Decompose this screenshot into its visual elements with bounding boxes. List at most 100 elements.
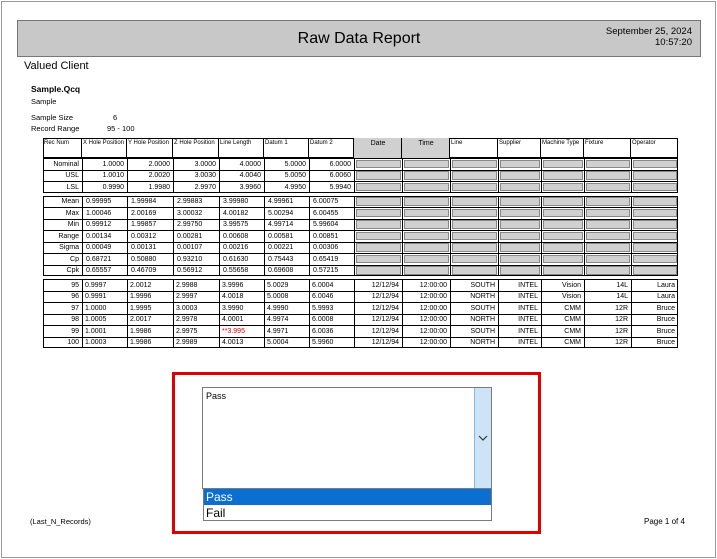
table-cell: 0.00306 <box>313 244 339 251</box>
column-header: Y Hole Position <box>127 138 173 158</box>
column-divider <box>541 158 542 193</box>
disabled-cell <box>452 182 497 191</box>
table-cell: CMM <box>564 304 581 312</box>
column-header: Fixture <box>584 138 631 158</box>
disabled-cell <box>543 220 583 229</box>
table-cell: 2.9975 <box>176 327 198 335</box>
table-cell: 2.9989 <box>176 339 198 346</box>
table-cell: Bruce <box>656 304 675 312</box>
disabled-cell <box>633 197 677 206</box>
page-indicator: Page 1 of 4 <box>644 517 685 526</box>
table-cell: 12:00:00 <box>419 293 447 300</box>
disabled-cell <box>500 159 540 168</box>
disabled-cell <box>633 231 677 240</box>
disabled-cell <box>452 220 497 229</box>
table-cell: 12:00:00 <box>419 304 447 312</box>
dropdown-toggle-button[interactable] <box>474 388 491 488</box>
table-cell: 1.00046 <box>86 209 112 217</box>
table-cell: 5.0000 <box>284 160 306 168</box>
table-cell: CMM <box>564 327 581 335</box>
column-divider <box>354 158 355 193</box>
table-cell: INTEL <box>518 316 538 323</box>
table-cell: 0.93210 <box>177 255 203 263</box>
report-title: Raw Data Report <box>297 30 421 47</box>
disabled-cell <box>404 197 449 206</box>
table-cell: 0.9997 <box>85 281 107 289</box>
table-cell: 5.9960 <box>312 339 334 346</box>
disabled-cell <box>404 220 449 229</box>
client-name: Valued Client <box>24 60 89 72</box>
table-cell: USL <box>65 172 79 179</box>
disabled-cell <box>452 266 497 275</box>
table-cell: 5.9940 <box>329 183 351 191</box>
table-cell: Cpk <box>66 267 79 274</box>
disabled-cell <box>356 266 401 275</box>
disabled-cell <box>452 231 497 240</box>
disabled-cell <box>586 159 630 168</box>
table-cell: 4.9974 <box>267 316 289 323</box>
disabled-cell <box>452 208 497 217</box>
table-cell: 0.00049 <box>86 244 112 251</box>
table-cell: 4.99961 <box>268 198 294 205</box>
table-cell: 0.00216 <box>223 244 249 251</box>
table-cell: 98 <box>71 316 79 323</box>
table-cell: 2.0020 <box>148 172 170 179</box>
column-header: Machine Type <box>541 138 584 158</box>
table-cell: 1.9986 <box>130 327 152 335</box>
table-cell: CMM <box>564 316 581 323</box>
table-cell: 6.0060 <box>329 172 351 179</box>
disabled-cell <box>543 182 583 191</box>
table-cell: Vision <box>562 293 581 300</box>
disabled-cell <box>404 254 449 263</box>
table-cell: 12:00:00 <box>419 316 447 323</box>
table-cell: 12R <box>615 316 628 323</box>
table-cell: 4.00182 <box>223 209 249 217</box>
disabled-cell <box>543 208 583 217</box>
table-cell: 0.50880 <box>131 255 157 263</box>
table-cell: Nominal <box>53 160 79 168</box>
table-cell: 3.99575 <box>223 221 249 228</box>
table-cell: 4.0018 <box>222 293 244 300</box>
disabled-cell <box>500 197 540 206</box>
table-cell: 96 <box>71 293 79 300</box>
table-cell: 12:00:00 <box>419 339 447 346</box>
column-divider <box>402 158 403 193</box>
table-cell: 1.9980 <box>148 183 170 191</box>
table-cell: 6.00075 <box>313 198 339 205</box>
pass-fail-combobox[interactable]: Pass <box>202 387 492 489</box>
table-cell: 4.9950 <box>284 183 306 191</box>
disabled-cell <box>586 243 630 252</box>
disabled-cell <box>633 243 677 252</box>
table-cell: 0.99912 <box>86 221 112 228</box>
table-cell: Laura <box>657 281 675 289</box>
disabled-cell <box>500 266 540 275</box>
option-pass[interactable]: Pass <box>204 489 491 505</box>
disabled-cell <box>543 171 583 180</box>
table-cell: 100 <box>67 339 79 346</box>
table-cell: 12/12/94 <box>371 316 399 323</box>
table-cell: 5.99604 <box>313 221 339 228</box>
table-cell: Sigma <box>59 244 79 251</box>
table-cell: 14L <box>616 281 628 289</box>
column-divider <box>450 158 451 193</box>
disabled-cell <box>586 171 630 180</box>
option-fail[interactable]: Fail <box>204 505 491 521</box>
table-cell: Bruce <box>656 339 675 346</box>
table-cell: 14L <box>616 293 628 300</box>
table-cell: 0.61630 <box>223 255 249 263</box>
table-cell: 1.0001 <box>85 327 107 335</box>
table-cell: 3.9996 <box>222 281 244 289</box>
disabled-cell <box>586 254 630 263</box>
table-cell: 6.00455 <box>313 209 339 217</box>
table-cell: SOUTH <box>470 281 496 289</box>
table-cell: 1.9996 <box>130 293 152 300</box>
table-cell: 6.0004 <box>312 281 334 289</box>
table-cell: 0.65557 <box>86 267 112 274</box>
disabled-cell <box>633 208 677 217</box>
disabled-cell <box>633 266 677 275</box>
disabled-cell <box>356 208 401 217</box>
table-cell: **3.995 <box>222 327 245 335</box>
table-cell: LSL <box>66 183 79 191</box>
table-cell: 2.9970 <box>194 183 216 191</box>
table-cell: 4.9971 <box>267 327 289 335</box>
